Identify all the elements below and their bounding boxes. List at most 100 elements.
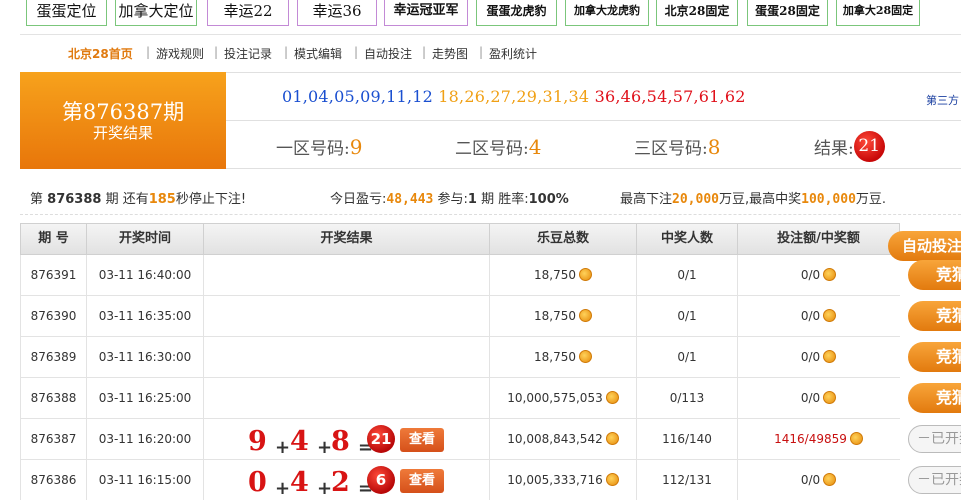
cell-result [204,296,490,336]
result-sum-ball: 21 [367,425,395,453]
cell-total-beans-text: 18,750 [534,309,576,323]
cell-time-text: 03-11 16:30:00 [98,350,192,364]
game-tab-canada28-fixed[interactable]: 加拿大28固定 [836,0,920,26]
info-countdown: 第 876388 期 还有185秒停止下注! [30,188,246,207]
game-tab-canada-dragon-tiger[interactable]: 加拿大龙虎豹 [565,0,649,26]
cell-winners-text: 116/140 [662,432,712,446]
max-bet-value: 20,000 [672,192,719,207]
cell-winners: 0/1 [637,255,738,295]
game-tab-beijing28-fixed[interactable]: 北京28固定 [656,0,738,26]
guess-button[interactable]: 竞猜 [908,383,961,413]
page-root: 蛋蛋定位 加拿大定位 幸运22 幸运36 幸运冠亚军 蛋蛋龙虎豹 加拿大龙虎豹 … [0,0,961,500]
cell-period: 876391 [21,255,87,295]
cell-period-text: 876386 [30,473,77,487]
zone1-label: 一区号码: [276,139,350,159]
nav-auto-bet[interactable]: 自动投注 [364,45,412,62]
guess-button[interactable]: 竞猜 [908,260,961,290]
bean-coin-icon [823,473,837,486]
game-tab-lucky22[interactable]: 幸运22 [207,0,289,26]
view-button[interactable]: 查看 [400,428,444,452]
game-tab-dandan-dragon-tiger[interactable]: 蛋蛋龙虎豹 [476,0,557,26]
result-ball: 21 [853,131,885,162]
guess-button[interactable]: 竞猜 [908,301,961,331]
nav-bet-records[interactable]: 投注记录 [224,45,272,62]
bean-coin-icon [579,309,592,322]
cell-bet-win: 0/0 [738,296,899,336]
opened-status-button[interactable]: －已开奖 [908,425,961,453]
cell-time: 03-11 16:20:00 [87,419,204,459]
cell-result [204,255,490,295]
nav-profit-stats[interactable]: 盈利统计 [489,45,537,62]
nav-mode-edit[interactable]: 模式编辑 [294,45,342,62]
game-tab-dandan-position[interactable]: 蛋蛋定位 [26,0,107,26]
results-table: 期 号 开奖时间 开奖结果 乐豆总数 中奖人数 投注额/中奖额 876391 03… [20,223,961,500]
result-digit-c: 8 [331,426,350,457]
profit-label: 今日盈亏: [330,192,387,207]
bean-coin-icon [605,473,619,486]
countdown-suffix: 秒停止下注! [175,192,247,207]
result-digit-b: 4 [290,426,309,457]
game-tab-lucky-champion[interactable]: 幸运冠亚军 [384,0,468,26]
auto-bet-button[interactable]: 自动投注 [888,231,961,261]
game-tabs: 蛋蛋定位 加拿大定位 幸运22 幸运36 幸运冠亚军 蛋蛋龙虎豹 加拿大龙虎豹 … [0,0,961,28]
result-digit-a: 0 [248,467,267,498]
col-draw-time: 开奖时间 [87,224,204,254]
rate-value: 100% [528,192,569,207]
nav-trend-chart[interactable]: 走势图 [432,45,468,62]
bean-coin-icon [823,350,837,363]
zone3-label: 三区号码: [634,139,708,159]
cell-winners-text: 0/1 [677,268,697,282]
plus-sign: + [317,478,333,499]
nav-game-rules[interactable]: 游戏规则 [156,45,204,62]
zone-results-row: 一区号码:9 二区号码:4 三区号码:8 结果: 21 [226,121,961,169]
max-bet-label: 最高下注 [620,192,673,207]
info-profit: 今日盈亏:48,443 参与:1 期 胜率:100% [330,188,569,207]
nav-separator: | [214,45,219,59]
game-tab-dandan28-fixed[interactable]: 蛋蛋28固定 [747,0,828,26]
cell-winners-text: 0/1 [677,350,697,364]
bean-coin-icon [823,309,837,322]
result-sum-ball: 6 [367,466,395,494]
table-row: 876387 03-11 16:20:00 9 +4 +8 = 21 查看 10,008,843… [20,419,900,460]
numbers-zone1: 01,04,05,09,11,12 [282,87,433,106]
cell-winners-text: 0/113 [669,391,705,405]
cell-total-beans-text: 10,005,333,716 [507,473,603,487]
third-party-link[interactable]: 第三方 [926,92,959,108]
join-label: 参与: [437,192,468,207]
table-header: 期 号 开奖时间 开奖结果 乐豆总数 中奖人数 投注额/中奖额 [20,223,900,255]
zone2-value: 4 [528,135,542,159]
divider [20,214,961,215]
opened-status-button[interactable]: －已开奖 [908,466,961,494]
cell-period: 876386 [21,460,87,500]
max-bet-unit: 万豆,最高中奖 [718,192,802,207]
numbers-zone2: 18,26,27,29,31,34 [438,87,590,106]
cell-period: 876387 [21,419,87,459]
cell-bet-win-text: 0/0 [800,350,821,364]
guess-button[interactable]: 竞猜 [908,342,961,372]
result-digit-a: 9 [248,426,267,457]
plus-sign: + [275,478,291,499]
col-total-beans: 乐豆总数 [490,224,637,254]
view-button[interactable]: 查看 [400,469,444,493]
cell-result: 0 +4 +2 = 6 查看 [204,460,490,500]
cell-winners-text: 0/1 [677,309,697,323]
cell-winners: 0/113 [637,378,738,418]
cell-period-text: 876389 [30,350,77,364]
cell-total-beans-text: 18,750 [534,350,576,364]
nav-separator: | [146,45,151,59]
game-tab-canada-position[interactable]: 加拿大定位 [115,0,197,26]
game-tab-lucky36[interactable]: 幸运36 [297,0,377,26]
result-digit-c: 2 [331,467,350,498]
sub-navigation: 北京28首页 | 游戏规则 | 投注记录 | 模式编辑 | 自动投注 | 走势图… [20,34,961,66]
cell-bet-win-text: 1416/49859 [774,432,847,446]
cell-winners-text: 112/131 [662,473,712,487]
cell-period: 876388 [21,378,87,418]
countdown-seconds: 185 [148,192,176,207]
nav-beijing28-home[interactable]: 北京28首页 [68,45,133,62]
bean-coin-icon [605,432,619,445]
table-row: 876386 03-11 16:15:00 0 +4 +2 = 6 查看 10,005,333,… [20,460,900,500]
cell-result [204,337,490,377]
cell-time: 03-11 16:40:00 [87,255,204,295]
cell-bet-win-text: 0/0 [800,391,821,405]
col-bet-win: 投注额/中奖额 [777,231,860,246]
